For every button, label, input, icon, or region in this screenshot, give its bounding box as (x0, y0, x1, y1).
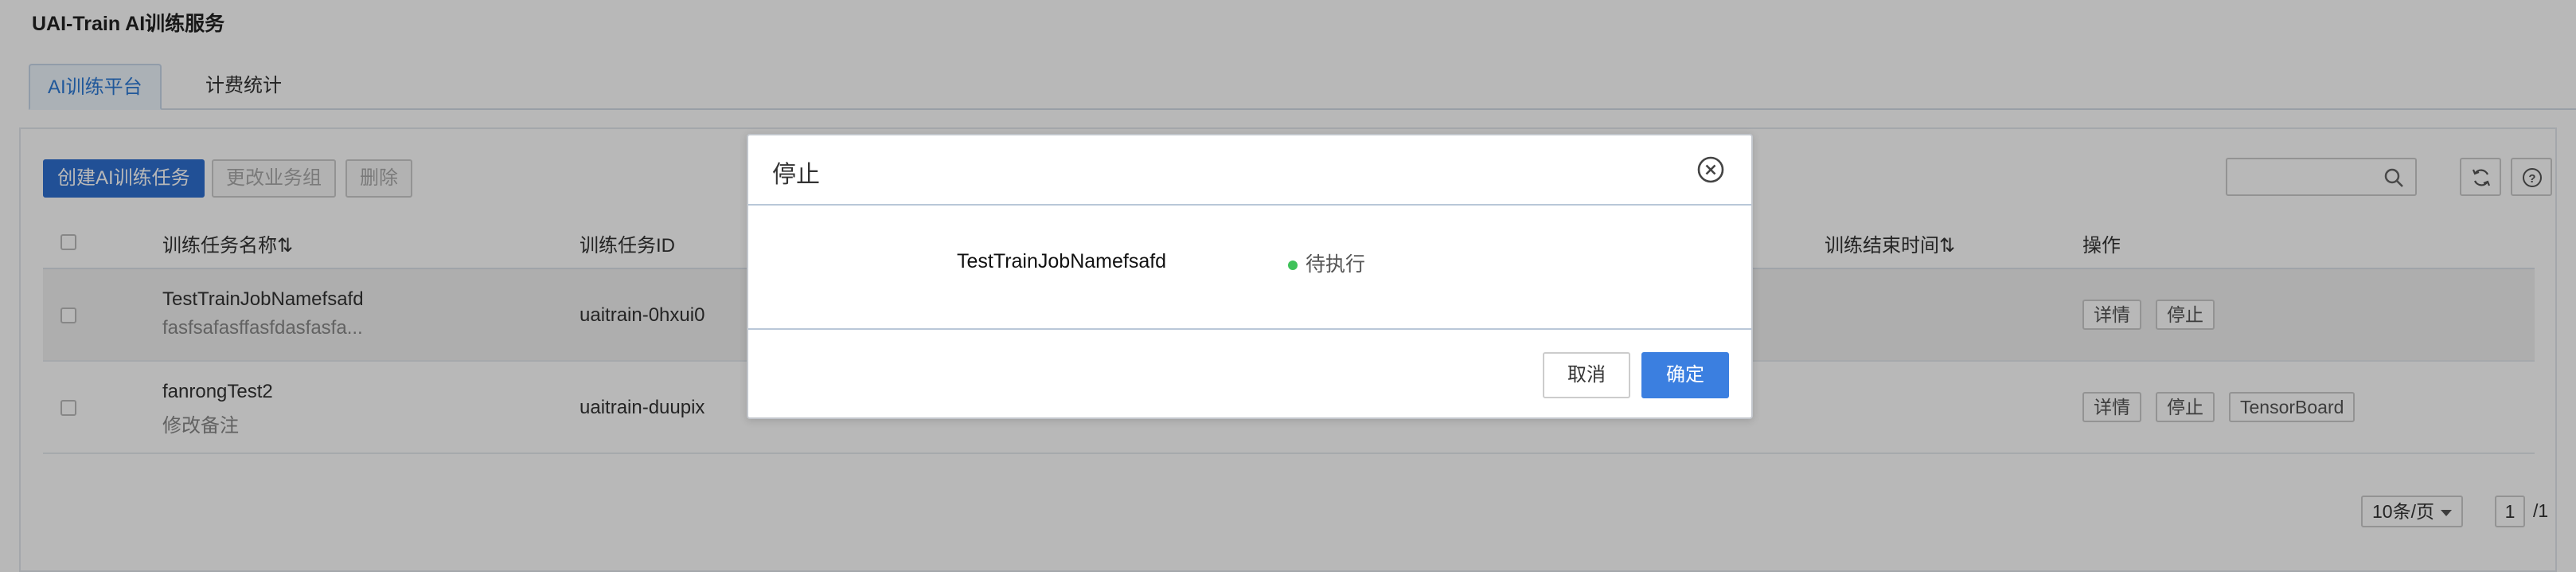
job-name: TestTrainJobNamefsafd (957, 250, 1167, 272)
confirm-button[interactable]: 确定 (1641, 352, 1729, 398)
job-status-text: 待执行 (1306, 253, 1366, 276)
dialog-footer: 取消 确定 (748, 330, 1751, 421)
status-dot-icon (1288, 261, 1298, 271)
cancel-button[interactable]: 取消 (1543, 352, 1630, 398)
dialog-title: 停止 (772, 162, 820, 188)
close-icon[interactable] (1696, 155, 1726, 185)
stop-task-dialog: 停止 TestTrainJobNamefsafd 待执行 取消 确定 (747, 134, 1753, 419)
dialog-body: TestTrainJobNamefsafd 待执行 (748, 206, 1751, 330)
job-status: 待执行 (1288, 249, 1365, 277)
dialog-header: 停止 (748, 135, 1751, 206)
